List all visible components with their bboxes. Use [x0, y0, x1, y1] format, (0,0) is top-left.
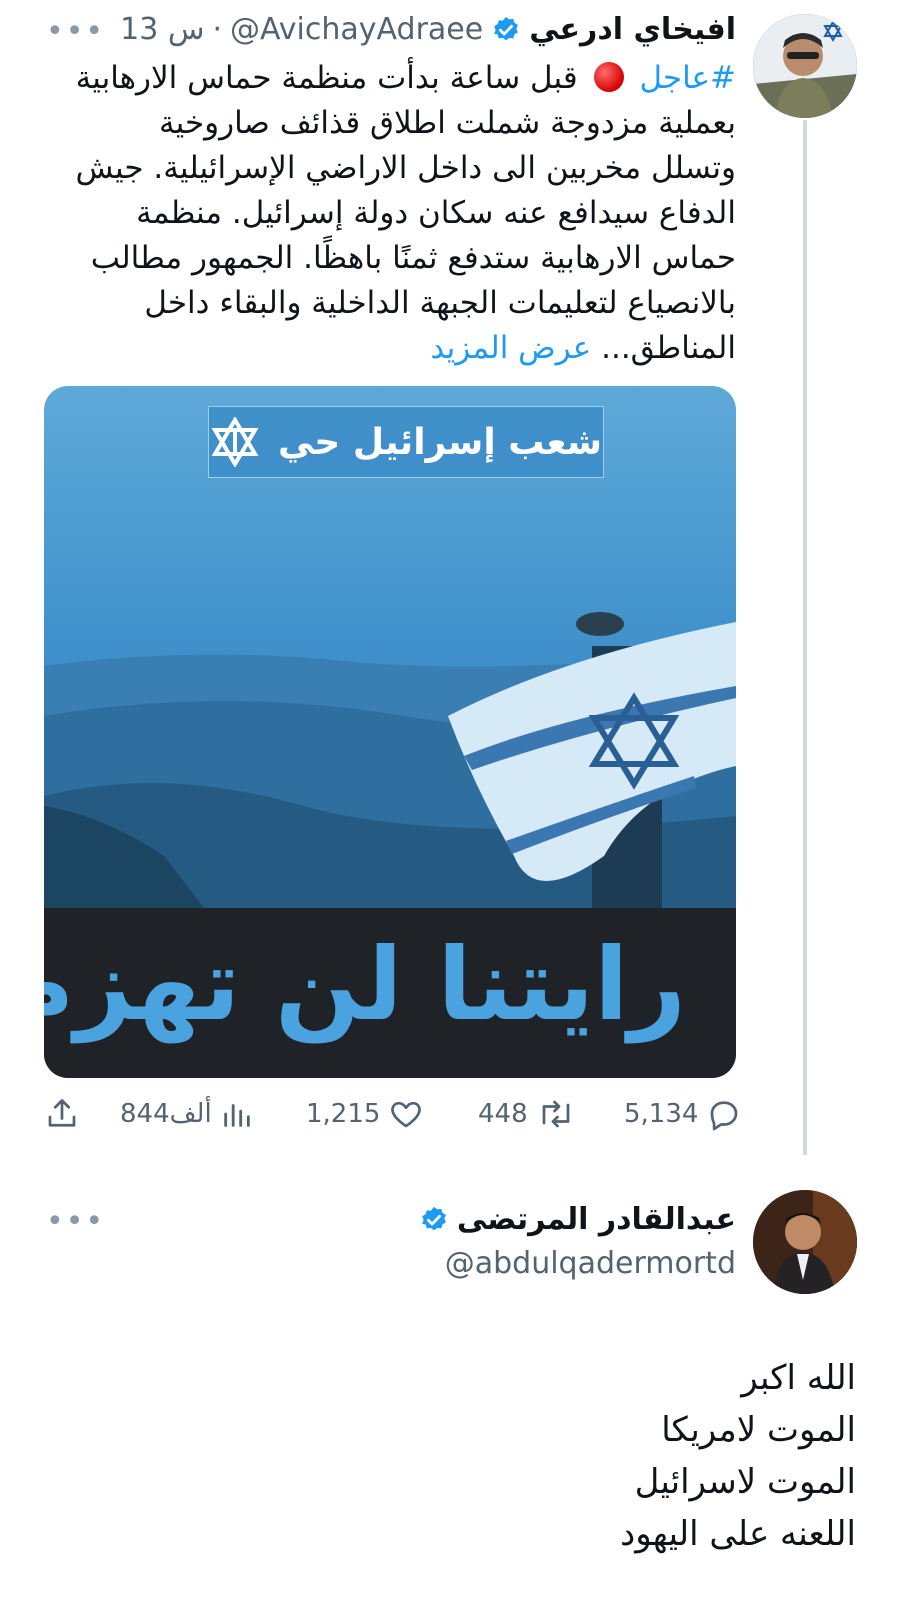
reply-author-avatar[interactable]	[753, 1190, 857, 1294]
reply-count: 5,134	[624, 1099, 699, 1129]
meta-separator: ·	[212, 12, 223, 47]
reply-body-line: اللعنه على اليهود	[620, 1514, 856, 1554]
retweet-icon	[542, 1100, 569, 1128]
views-count: 844ألف	[120, 1099, 212, 1129]
like-count: 1,215	[306, 1099, 381, 1129]
red-circle-emoji-icon	[593, 62, 624, 92]
tweet-action-bar: 5,134 448 1,215 844ألف	[44, 1094, 738, 1140]
reply-more-options-icon[interactable]: •••	[46, 1204, 105, 1239]
share-button[interactable]	[44, 1096, 80, 1132]
tweet-body-line: بعملية مزدوجة شملت اطلاق قذائف صاروخية	[159, 105, 736, 141]
tweet-body-line: بالانصياع لتعليمات الجبهة الداخلية والبق…	[144, 285, 736, 321]
heart-icon	[391, 1101, 422, 1128]
tweet-media-image[interactable]: شعب إسرائيل حي رايتنا لن تهزم	[44, 386, 736, 1078]
more-options-icon[interactable]: •••	[46, 14, 105, 49]
reply-body-line: الموت لاسرائيل	[634, 1462, 856, 1502]
author-avatar-image	[753, 14, 857, 118]
views-chart-icon	[223, 1104, 250, 1127]
verified-badge-icon	[422, 1206, 446, 1230]
show-more-link[interactable]: عرض المزيد	[430, 330, 591, 366]
hashtag-link[interactable]: #عاجل	[639, 60, 736, 96]
tweet-time[interactable]: 13 س	[120, 12, 204, 47]
author-avatar[interactable]	[753, 14, 857, 118]
tweet-line-1: #عاجل قبل ساعة بدأت منظمة حماس الارهابية	[36, 56, 736, 101]
media-top-label-box: شعب إسرائيل حي	[208, 406, 604, 478]
retweet-button[interactable]: 448	[478, 1096, 576, 1132]
thread-connector-line	[803, 120, 807, 1155]
reply-header: عبدالقادر المرتضى	[419, 1202, 736, 1237]
share-icon	[48, 1099, 76, 1127]
tweet-body: #عاجل قبل ساعة بدأت منظمة حماس الارهابية…	[36, 56, 736, 371]
retweet-count: 448	[478, 1099, 528, 1129]
reply-icon	[711, 1101, 738, 1131]
reply-avatar-image	[753, 1190, 857, 1294]
reply-body: الله اكبر الموت لامريكا الموت لاسرائيل ا…	[156, 1352, 856, 1560]
tweet-last-line: المناطق... عرض المزيد	[36, 326, 736, 371]
verified-badge-icon	[494, 16, 519, 40]
media-banner-text: رايتنا لن تهزم	[44, 926, 686, 1043]
tweet-body-line: المناطق...	[601, 330, 736, 366]
author-name[interactable]: افيخاي ادرعي	[529, 12, 736, 47]
reply-body-line: الموت لامريكا	[661, 1410, 856, 1450]
author-handle[interactable]: @AvichayAdraee	[230, 12, 483, 47]
reply-body-line: الله اكبر	[741, 1358, 856, 1398]
reply-author-name[interactable]: عبدالقادر المرتضى	[457, 1202, 736, 1237]
media-top-label: شعب إسرائيل حي	[277, 421, 603, 463]
star-of-david-sword-icon	[211, 417, 259, 467]
tweet-body-line: حماس الارهابية ستدفع ثمنًا باهظًا. الجمه…	[90, 240, 736, 276]
like-button[interactable]: 1,215	[306, 1096, 424, 1132]
tweet-body-line: الدفاع سيدافع عنه سكان دولة إسرائيل. منظ…	[136, 195, 736, 231]
tweet-header: افيخاي ادرعي @AvichayAdraee · 13 س	[120, 12, 736, 47]
views-button[interactable]: 844ألف	[120, 1096, 254, 1132]
tweet-body-line: قبل ساعة بدأت منظمة حماس الارهابية	[75, 60, 578, 96]
tweet-body-line: وتسلل مخربين الى داخل الاراضي الإسرائيلي…	[75, 150, 736, 186]
reply-button[interactable]: 5,134	[624, 1096, 742, 1132]
reply-author-handle[interactable]: @abdulqadermortd	[445, 1246, 736, 1281]
